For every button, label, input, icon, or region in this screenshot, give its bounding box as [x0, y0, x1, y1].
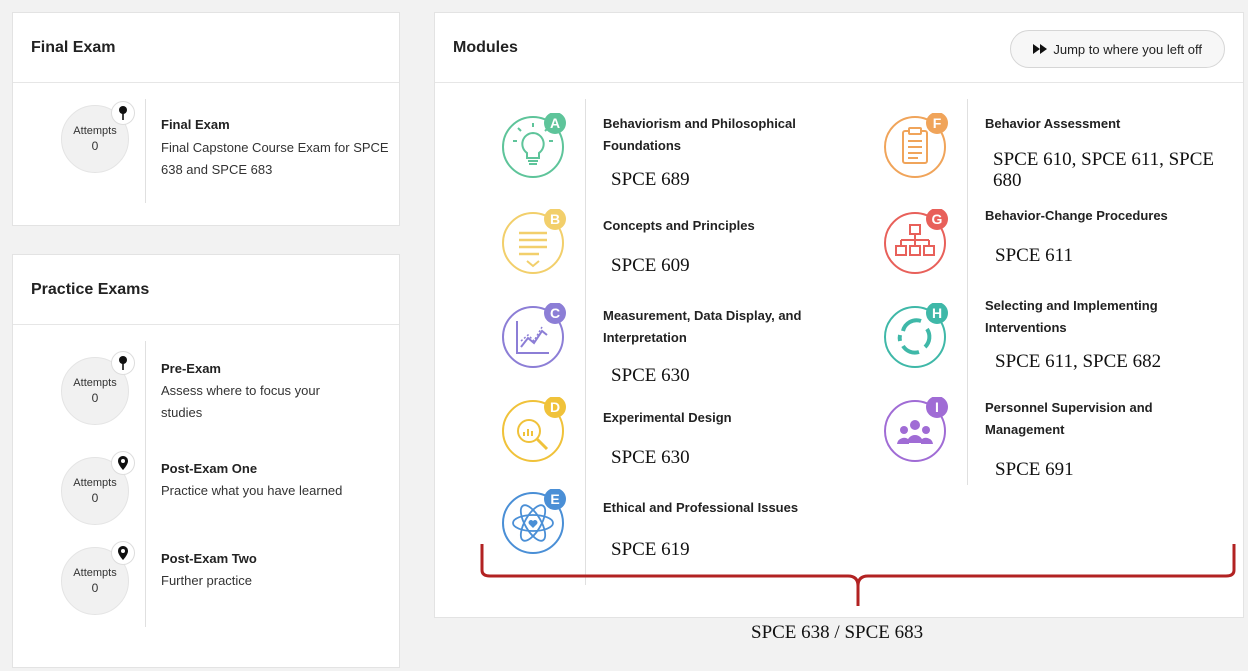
attempts-count: 0 — [91, 139, 99, 153]
module-title[interactable]: Behaviorism and Philosophical Foundation… — [603, 113, 833, 157]
final-exam-header: Final Exam — [13, 13, 399, 83]
pushpin-icon — [111, 351, 135, 375]
svg-text:G: G — [932, 211, 943, 227]
course-code-note: SPCE 689 — [611, 169, 690, 190]
exam-description: Assess where to focus your studies — [161, 383, 320, 420]
modules-title: Modules — [453, 38, 518, 56]
lightbulb-icon: A — [502, 113, 566, 178]
module-title[interactable]: Behavior Assessment — [985, 113, 1215, 135]
final-exam-title: Final Exam — [31, 38, 116, 56]
course-code-note: SPCE 610, SPCE 611, SPCE 680 — [993, 149, 1215, 191]
final-exam-card: Final Exam Attempts 0 Final Exam Final C… — [12, 12, 400, 226]
svg-text:B: B — [550, 211, 560, 227]
svg-text:F: F — [933, 115, 942, 131]
module-title[interactable]: Concepts and Principles — [603, 215, 833, 237]
attempts-count: 0 — [91, 491, 99, 505]
practice-exams-card: Practice Exams Attempts 0 Pre-Exam Asses… — [12, 254, 400, 668]
pushpin-icon — [111, 101, 135, 125]
module-title[interactable]: Experimental Design — [603, 407, 833, 429]
module-title[interactable]: Selecting and Implementing Interventions — [985, 295, 1215, 339]
course-code-note: SPCE 609 — [611, 255, 690, 276]
fast-forward-icon — [1033, 44, 1048, 54]
bracket-label: SPCE 638 / SPCE 683 — [751, 622, 924, 643]
module-column-divider — [585, 99, 586, 585]
svg-text:C: C — [550, 305, 560, 321]
people-group-icon: I — [884, 397, 948, 462]
final-exam-item[interactable]: Attempts 0 Final Exam Final Capstone Cou… — [13, 99, 399, 203]
map-marker-icon — [111, 541, 135, 565]
attempts-count: 0 — [91, 581, 99, 595]
course-code-note: SPCE 630 — [611, 447, 690, 468]
jump-to-last-position-button[interactable]: Jump to where you left off — [1010, 30, 1225, 68]
attempts-label: Attempts — [73, 567, 117, 579]
module-column-divider — [967, 99, 968, 485]
module-title[interactable]: Behavior-Change Procedures — [985, 205, 1215, 227]
course-code-note: SPCE 691 — [995, 459, 1074, 480]
practice-exams-title: Practice Exams — [31, 280, 150, 298]
modules-card: Modules Jump to where you left off A Beh… — [434, 12, 1244, 618]
course-code-note: SPCE 630 — [611, 365, 690, 386]
divider — [145, 99, 146, 203]
exam-description: Practice what you have learned — [161, 483, 343, 498]
exam-name[interactable]: Final Exam — [161, 117, 230, 132]
practice-exam-item[interactable]: Attempts 0 Post-Exam One Practice what y… — [13, 445, 399, 525]
practice-exam-item[interactable]: Attempts 0 Post-Exam Two Further practic… — [13, 535, 399, 615]
module-title[interactable]: Personnel Supervision and Management — [985, 397, 1215, 441]
course-code-note: SPCE 611 — [995, 245, 1073, 266]
map-marker-icon — [111, 451, 135, 475]
svg-text:I: I — [935, 399, 939, 415]
text-lines-icon: B — [502, 209, 566, 274]
magnifier-chart-icon: D — [502, 397, 566, 462]
curly-bracket-annotation — [480, 544, 1236, 606]
svg-text:A: A — [550, 115, 560, 131]
exam-name[interactable]: Post-Exam Two — [161, 551, 257, 566]
clipboard-icon: F — [884, 113, 948, 178]
svg-text:D: D — [550, 399, 560, 415]
module-title[interactable]: Measurement, Data Display, and Interpret… — [603, 305, 833, 349]
practice-exams-header: Practice Exams — [13, 255, 399, 325]
exam-description: Further practice — [161, 573, 253, 588]
module-title[interactable]: Ethical and Professional Issues — [603, 497, 833, 519]
practice-exam-item[interactable]: Attempts 0 Pre-Exam Assess where to focu… — [13, 345, 399, 425]
exam-description: Final Capstone Course Exam for SPCE 638 … — [161, 140, 389, 177]
attempts-label: Attempts — [73, 125, 117, 137]
exam-name[interactable]: Post-Exam One — [161, 461, 257, 476]
svg-text:E: E — [550, 491, 559, 507]
attempts-count: 0 — [91, 391, 99, 405]
svg-text:H: H — [932, 305, 942, 321]
attempts-label: Attempts — [73, 477, 117, 489]
course-code-note: SPCE 611, SPCE 682 — [995, 351, 1162, 372]
org-chart-icon: G — [884, 209, 948, 274]
attempts-label: Attempts — [73, 377, 117, 389]
jump-button-label: Jump to where you left off — [1053, 41, 1202, 57]
exam-name[interactable]: Pre-Exam — [161, 361, 221, 376]
line-chart-icon: C — [502, 303, 566, 368]
cycle-arrows-icon: H — [884, 303, 948, 368]
